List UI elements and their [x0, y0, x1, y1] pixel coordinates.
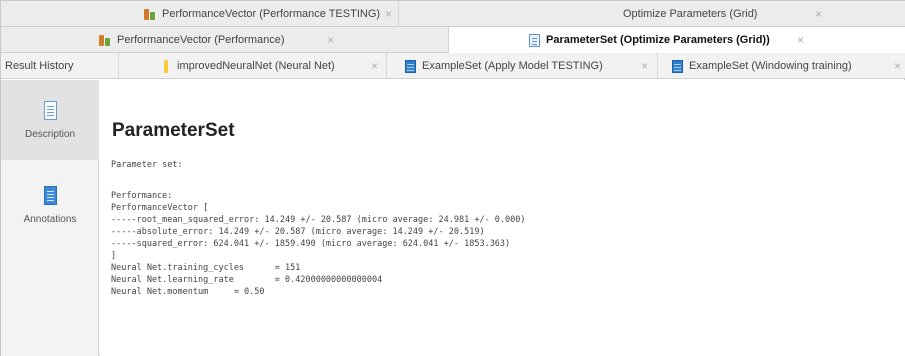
text-line: -----squared_error: 624.041 +/- 1859.490… — [111, 239, 511, 249]
close-icon[interactable]: × — [327, 33, 334, 47]
tab-example-set-windowing[interactable]: ExampleSet (Windowing training) × — [658, 53, 905, 79]
tab-row-1: PerformanceVector (Performance TESTING) … — [1, 1, 905, 27]
tab-row-2: PerformanceVector (Performance) × Parame… — [1, 27, 905, 53]
sidebar-item-annotations[interactable]: Annotations — [1, 165, 99, 245]
table-icon — [405, 59, 416, 73]
tab-label: ExampleSet (Apply Model TESTING) — [422, 60, 603, 72]
text-line: Neural Net.learning_rate = 0.42000000000… — [111, 275, 383, 285]
tab-result-history[interactable]: Result History — [1, 53, 119, 79]
tab-performance-vector-testing[interactable]: PerformanceVector (Performance TESTING) … — [1, 1, 399, 27]
text-line: ] — [111, 251, 117, 261]
tab-optimize-parameters-grid[interactable]: Optimize Parameters (Grid) × — [399, 1, 905, 27]
close-icon[interactable]: × — [797, 33, 804, 47]
tab-label: PerformanceVector (Performance) — [117, 34, 285, 46]
text-line: -----root_mean_squared_error: 14.249 +/-… — [111, 215, 526, 225]
document-icon — [529, 33, 540, 47]
tab-improved-neural-net[interactable]: improvedNeuralNet (Neural Net) × — [119, 53, 387, 79]
sidebar-item-label: Annotations — [23, 213, 77, 225]
performance-icon — [99, 34, 111, 47]
parameter-set-header: Parameter set: — [111, 160, 183, 170]
tab-label: ExampleSet (Windowing training) — [689, 60, 852, 72]
text-line: Performance: — [111, 191, 173, 201]
table-icon — [672, 59, 683, 73]
tab-label: PerformanceVector (Performance TESTING) — [162, 8, 381, 20]
text-line: Neural Net.training_cycles = 151 — [111, 263, 301, 273]
text-line: PerformanceVector [ — [111, 203, 209, 213]
performance-icon — [144, 8, 156, 21]
page-title: ParameterSet — [112, 120, 235, 141]
sidebar-item-description[interactable]: Description — [1, 80, 99, 160]
tab-label: Optimize Parameters (Grid) — [623, 8, 758, 20]
close-icon[interactable]: × — [815, 7, 822, 21]
description-icon — [43, 100, 57, 120]
results-panel: PerformanceVector (Performance TESTING) … — [0, 0, 905, 356]
tab-row-3: Result History improvedNeuralNet (Neural… — [1, 53, 905, 79]
tab-label: improvedNeuralNet (Neural Net) — [177, 60, 335, 72]
annotations-icon — [43, 185, 57, 205]
model-icon — [164, 59, 168, 73]
tab-parameter-set[interactable]: ParameterSet (Optimize Parameters (Grid)… — [449, 27, 905, 53]
tab-label: ParameterSet (Optimize Parameters (Grid)… — [546, 34, 770, 46]
tab-example-set-apply-model[interactable]: ExampleSet (Apply Model TESTING) × — [387, 53, 658, 79]
text-line: -----absolute_error: 14.249 +/- 20.587 (… — [111, 227, 485, 237]
text-line: Neural Net.momentum = 0.50 — [111, 287, 265, 297]
view-sidebar: Description Annotations — [1, 80, 99, 356]
close-icon[interactable]: × — [641, 59, 648, 73]
close-icon[interactable]: × — [371, 59, 378, 73]
parameter-set-view: ParameterSet Parameter set: Performance:… — [100, 80, 905, 356]
close-icon[interactable]: × — [385, 7, 392, 21]
tab-label: Result History — [5, 60, 74, 72]
tab-performance-vector[interactable]: PerformanceVector (Performance) × — [1, 27, 449, 53]
close-icon[interactable]: × — [894, 59, 901, 73]
sidebar-item-label: Description — [24, 128, 76, 140]
